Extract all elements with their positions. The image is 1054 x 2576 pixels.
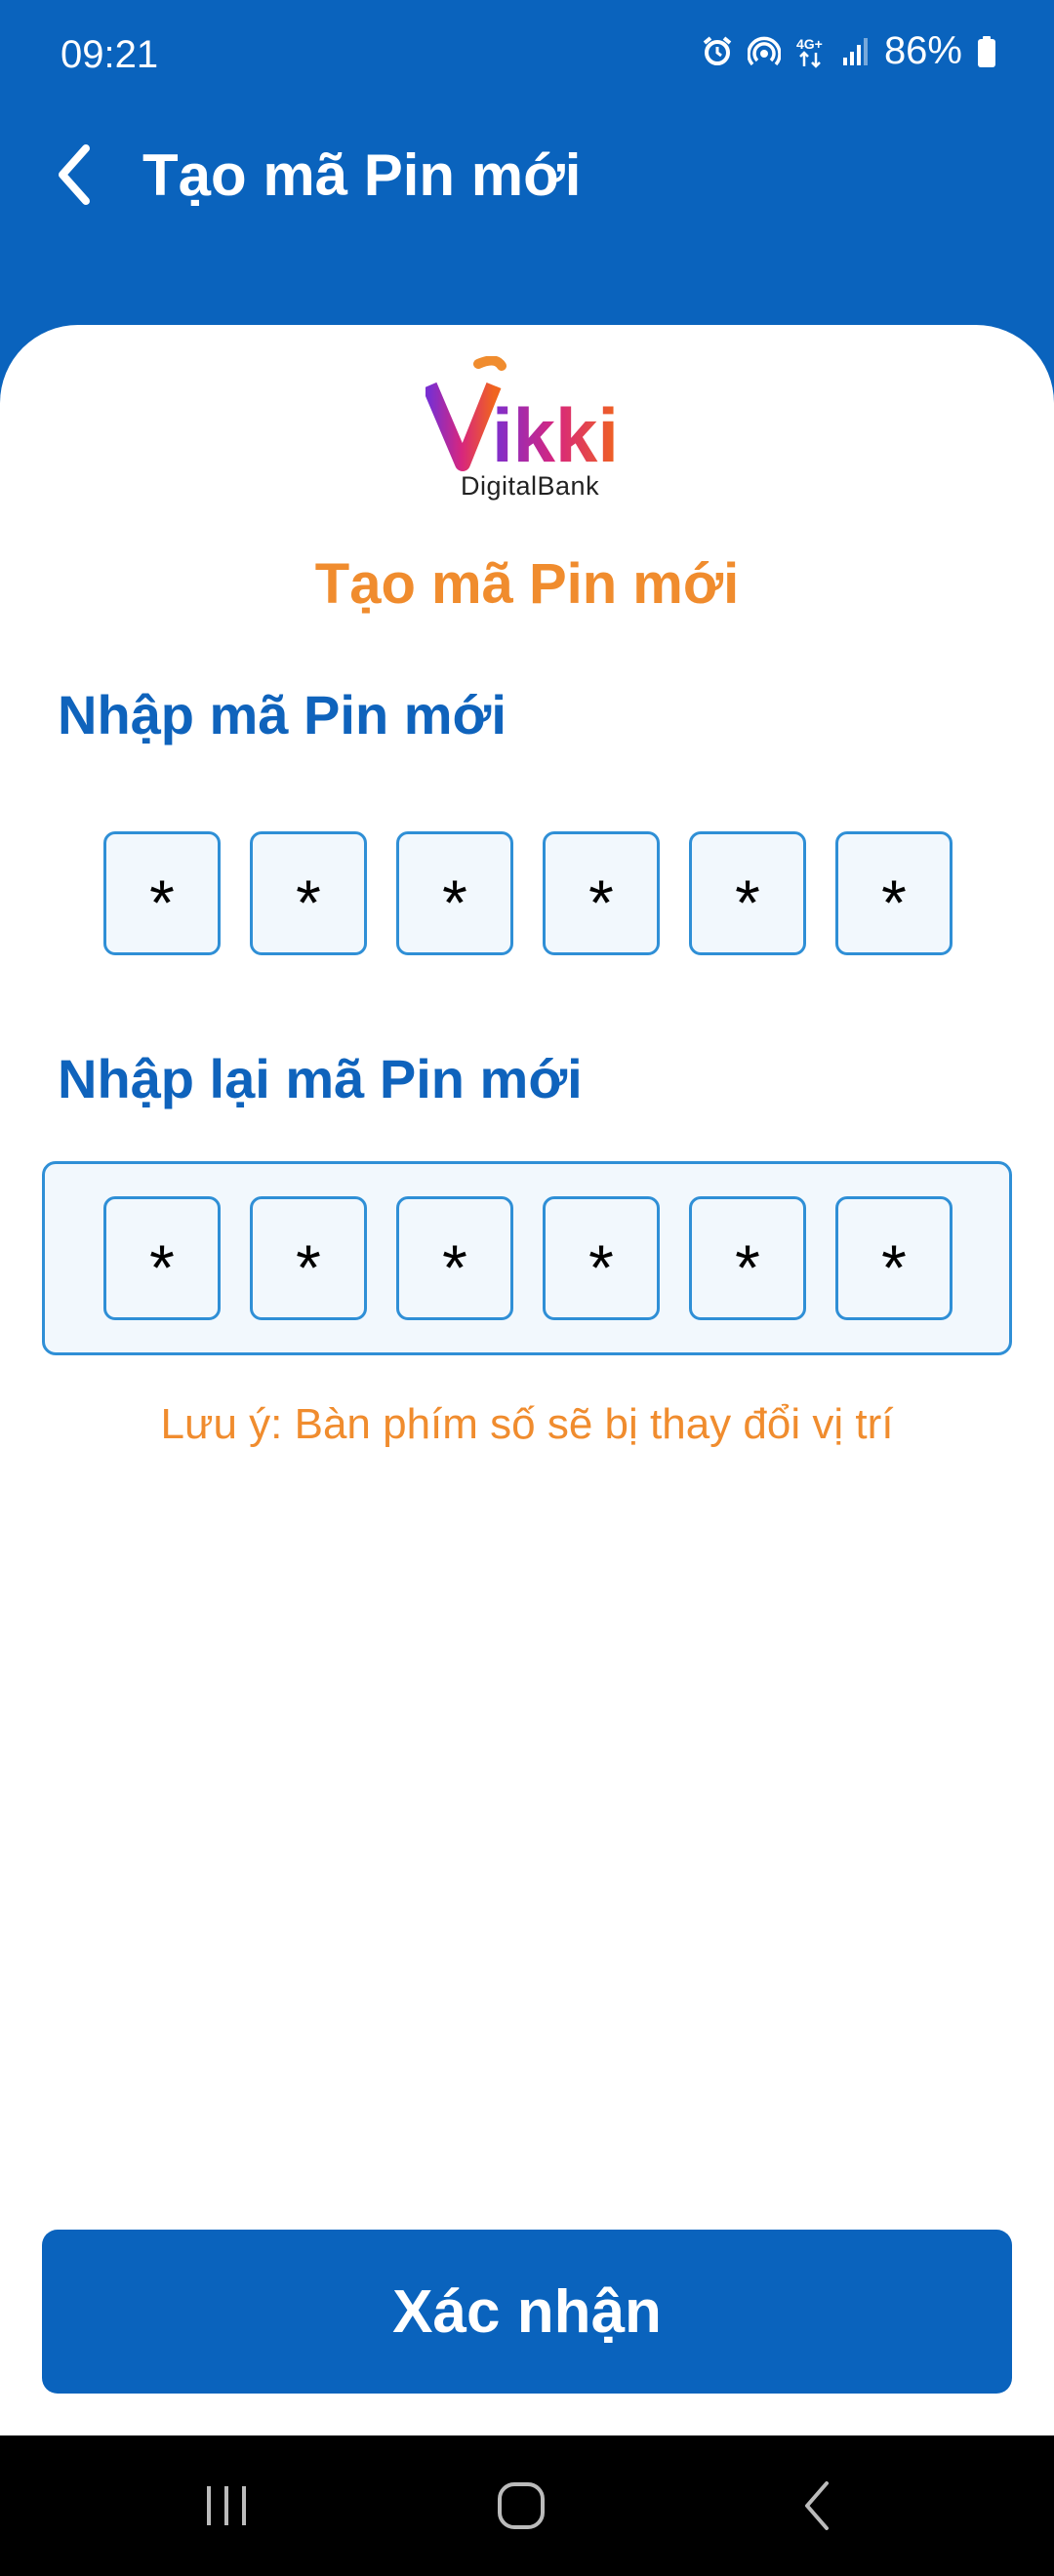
content-card bbox=[0, 325, 1054, 2435]
pin-digit-box[interactable]: * bbox=[396, 831, 513, 955]
status-bar: 09:21 4G+ 86% bbox=[0, 0, 1054, 109]
status-icons: 4G+ 86% bbox=[701, 29, 997, 73]
chevron-left-icon bbox=[59, 144, 90, 205]
status-time: 09:21 bbox=[61, 33, 159, 76]
keypad-note: Lưu ý: Bàn phím số sẽ bị thay đổi vị trí bbox=[160, 1400, 894, 1448]
pin-digit-box[interactable]: * bbox=[835, 1196, 953, 1320]
new-pin-input[interactable]: * * * * * * bbox=[103, 831, 953, 955]
home-button[interactable] bbox=[453, 2435, 589, 2576]
pin-digit-box[interactable]: * bbox=[103, 1196, 221, 1320]
pin-digit-box[interactable]: * bbox=[543, 1196, 660, 1320]
pin-digit-box[interactable]: * bbox=[103, 831, 221, 955]
pin-digit-box[interactable]: * bbox=[396, 1196, 513, 1320]
pin-digit-box[interactable]: * bbox=[543, 831, 660, 955]
hotspot-icon bbox=[747, 35, 781, 68]
svg-text:ikki: ikki bbox=[492, 392, 619, 478]
battery-icon bbox=[976, 35, 997, 68]
pin-digit-box[interactable]: * bbox=[250, 831, 367, 955]
pin-digit-box[interactable]: * bbox=[835, 831, 953, 955]
app-bar: Tạo mã Pin mới bbox=[0, 127, 1054, 224]
confirm-pin-input[interactable]: * * * * * * bbox=[103, 1196, 953, 1320]
home-icon bbox=[498, 2482, 545, 2529]
svg-text:4G+: 4G+ bbox=[796, 36, 823, 52]
back-button[interactable] bbox=[43, 131, 105, 219]
alarm-icon bbox=[701, 35, 734, 68]
recent-apps-icon bbox=[207, 2486, 246, 2525]
recent-apps-button[interactable] bbox=[158, 2435, 295, 2576]
new-pin-label: Nhập mã Pin mới bbox=[58, 684, 507, 745]
logo-subtitle: DigitalBank bbox=[461, 471, 600, 501]
app-bar-title: Tạo mã Pin mới bbox=[142, 142, 582, 208]
back-icon bbox=[805, 2481, 829, 2530]
pin-digit-box[interactable]: * bbox=[689, 831, 806, 955]
pin-digit-box[interactable]: * bbox=[689, 1196, 806, 1320]
nav-back-button[interactable] bbox=[750, 2435, 886, 2576]
confirm-pin-label: Nhập lại mã Pin mới bbox=[58, 1048, 583, 1109]
signal-icon bbox=[841, 36, 871, 67]
screen-title: Tạo mã Pin mới bbox=[314, 552, 740, 616]
system-nav-bar bbox=[0, 2435, 1054, 2576]
battery-percent: 86% bbox=[883, 29, 962, 72]
network-4g-icon: 4G+ bbox=[794, 35, 828, 68]
confirm-button[interactable]: Xác nhận bbox=[42, 2230, 1012, 2394]
pin-digit-box[interactable]: * bbox=[250, 1196, 367, 1320]
